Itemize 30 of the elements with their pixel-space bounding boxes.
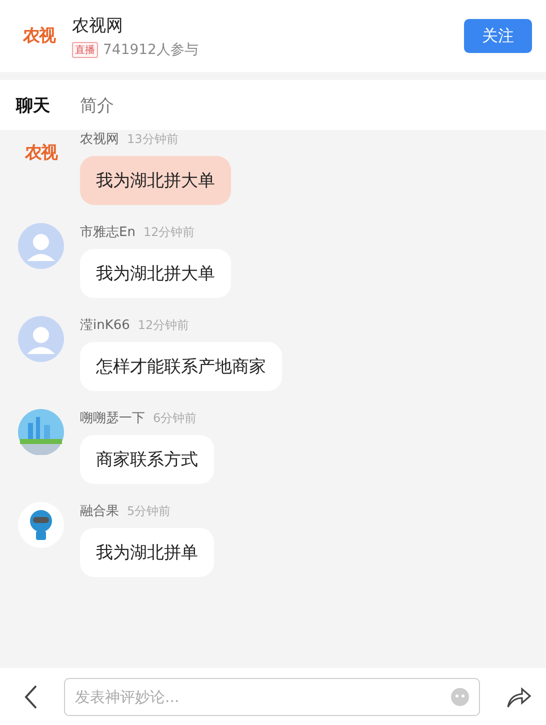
- avatar-icon: [18, 223, 64, 269]
- user-name: 滢inK66: [80, 317, 130, 334]
- user-name: 嗍嗍瑟一下: [80, 410, 145, 427]
- message-bubble: 怎样才能联系产地商家: [80, 342, 282, 391]
- follow-button[interactable]: 关注: [464, 19, 532, 53]
- avatar-icon: [18, 316, 64, 362]
- city-avatar-icon: [18, 409, 64, 455]
- logo: 农视: [22, 24, 56, 48]
- logo: 农视: [24, 142, 58, 164]
- message-time: 13分钟前: [127, 131, 178, 148]
- message-bubble: 我为湖北拼大单: [80, 156, 231, 205]
- channel-title: 农视网: [72, 14, 124, 36]
- message-bubble: 商家联系方式: [80, 435, 214, 484]
- robot-avatar-icon: [18, 502, 64, 548]
- user-name: 市雅志En: [80, 224, 136, 241]
- tab[interactable]: 简介: [80, 94, 114, 116]
- share-icon[interactable]: [506, 684, 532, 708]
- message-time: 12分钟前: [138, 317, 190, 334]
- user-name: 农视网: [80, 131, 119, 148]
- tab[interactable]: 聊天: [16, 94, 50, 116]
- participant-count: 741912人参与: [103, 40, 198, 58]
- message-time: 5分钟前: [127, 503, 171, 520]
- user-name: 融合果: [80, 503, 119, 520]
- message-bubble: 我为湖北拼大单: [80, 249, 231, 298]
- comment-field[interactable]: 发表神评妙论...: [64, 678, 480, 716]
- message-time: 6分钟前: [153, 410, 197, 427]
- message-bubble: 我为湖北拼单: [80, 528, 214, 577]
- back-icon[interactable]: [24, 684, 38, 710]
- message-time: 12分钟前: [143, 224, 195, 241]
- live-badge: 直播: [72, 42, 98, 58]
